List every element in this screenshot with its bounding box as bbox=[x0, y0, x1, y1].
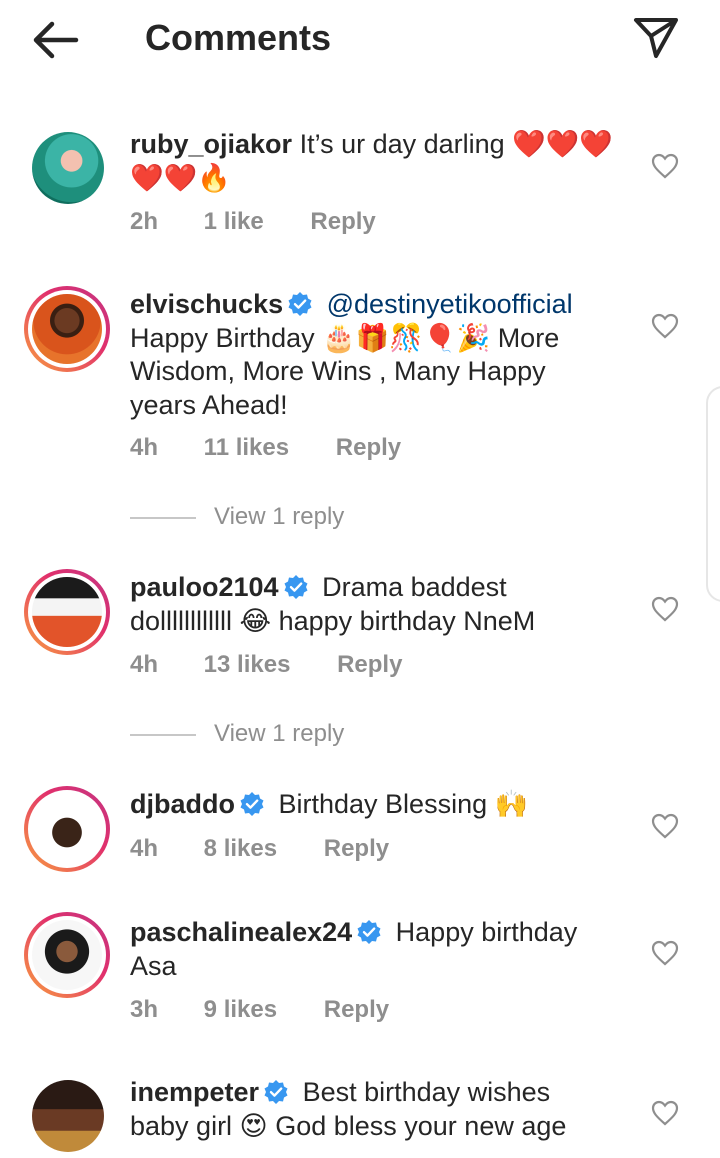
edge-panel-handle[interactable] bbox=[706, 386, 720, 602]
avatar-image bbox=[32, 920, 102, 990]
heart-outline-icon[interactable] bbox=[651, 940, 679, 966]
comment-username[interactable]: ruby_ojiakor bbox=[130, 129, 292, 159]
view-replies-button[interactable]: View 1 reply bbox=[130, 720, 344, 748]
avatar[interactable] bbox=[24, 912, 110, 998]
avatar[interactable] bbox=[24, 1072, 110, 1158]
heart-outline-icon[interactable] bbox=[651, 153, 679, 179]
heart-outline-icon[interactable] bbox=[651, 1100, 679, 1126]
comment-meta: 4h 13 likes Reply bbox=[130, 651, 402, 679]
view-replies-label: View 1 reply bbox=[214, 503, 345, 530]
avatar[interactable] bbox=[24, 786, 110, 872]
comment-username[interactable]: elvischucks bbox=[130, 289, 283, 319]
heart-outline-icon[interactable] bbox=[651, 596, 679, 622]
share-button[interactable] bbox=[630, 12, 682, 64]
back-button[interactable] bbox=[28, 14, 84, 66]
comment-time: 2h bbox=[130, 208, 159, 235]
heart-outline-icon[interactable] bbox=[651, 813, 679, 839]
divider bbox=[130, 733, 196, 736]
header-bar: Comments bbox=[0, 0, 720, 80]
reply-button[interactable]: Reply bbox=[324, 835, 389, 863]
comment-likes[interactable]: 13 likes bbox=[204, 651, 291, 679]
paper-plane-icon bbox=[634, 18, 678, 58]
comment-time: 3h bbox=[130, 996, 159, 1023]
avatar-image bbox=[32, 794, 102, 864]
comment-meta: 2h 1 like Reply bbox=[130, 208, 376, 236]
comment-time: 4h bbox=[130, 651, 159, 678]
avatar-image bbox=[32, 577, 102, 647]
comment-username[interactable]: inempeter bbox=[130, 1077, 259, 1107]
verified-badge-icon bbox=[264, 1080, 288, 1104]
comment-meta: 3h 9 likes Reply bbox=[130, 996, 389, 1024]
comment-body: pauloo2104 Drama baddest dollllllllllll … bbox=[130, 571, 610, 638]
avatar-image bbox=[32, 1080, 104, 1152]
comment-body: ruby_ojiakor It’s ur day darling ❤️❤️❤️❤… bbox=[130, 128, 620, 195]
verified-badge-icon bbox=[357, 920, 381, 944]
comment-likes[interactable]: 11 likes bbox=[204, 434, 289, 462]
page-title: Comments bbox=[145, 17, 332, 58]
reply-button[interactable]: Reply bbox=[336, 434, 401, 462]
comment-time: 4h bbox=[130, 434, 159, 461]
comment-username[interactable]: pauloo2104 bbox=[130, 572, 279, 602]
comment-likes[interactable]: 9 likes bbox=[204, 996, 277, 1024]
verified-badge-icon bbox=[284, 575, 308, 599]
comment-time: 4h bbox=[130, 835, 159, 862]
comment-likes[interactable]: 8 likes bbox=[204, 835, 277, 863]
comment-mention[interactable]: @destinyetikoofficial bbox=[327, 289, 573, 319]
comment-body: djbaddo Birthday Blessing 🙌 bbox=[130, 788, 610, 822]
avatar-image bbox=[32, 132, 104, 204]
comment-likes[interactable]: 1 like bbox=[204, 208, 264, 236]
verified-badge-icon bbox=[240, 792, 264, 816]
reply-button[interactable]: Reply bbox=[324, 996, 389, 1024]
divider bbox=[130, 516, 196, 519]
verified-badge-icon bbox=[288, 292, 312, 316]
view-replies-button[interactable]: View 1 reply bbox=[130, 503, 344, 531]
comment-text: Birthday Blessing 🙌 bbox=[278, 789, 529, 819]
heart-outline-icon[interactable] bbox=[651, 313, 679, 339]
comment-body: paschalinealex24 Happy birthday Asa bbox=[130, 916, 610, 983]
comment-username[interactable]: paschalinealex24 bbox=[130, 917, 352, 947]
comment-body: inempeter Best birthday wishes baby girl… bbox=[130, 1076, 610, 1143]
comment-body: elvischucks @destinyetikoofficial Happy … bbox=[130, 288, 610, 422]
reply-button[interactable]: Reply bbox=[310, 208, 375, 236]
avatar[interactable] bbox=[24, 124, 110, 210]
avatar-image bbox=[32, 294, 102, 364]
view-replies-label: View 1 reply bbox=[214, 720, 345, 747]
comment-text: Happy Birthday 🎂🎁🎊🎈🎉 More Wisdom, More W… bbox=[130, 322, 560, 420]
comment-meta: 4h 8 likes Reply bbox=[130, 835, 389, 863]
avatar[interactable] bbox=[24, 286, 110, 372]
reply-button[interactable]: Reply bbox=[337, 651, 402, 679]
comment-username[interactable]: djbaddo bbox=[130, 789, 235, 819]
avatar[interactable] bbox=[24, 569, 110, 655]
comment-meta: 4h 11 likes Reply bbox=[130, 434, 401, 462]
arrow-left-icon bbox=[33, 21, 79, 59]
